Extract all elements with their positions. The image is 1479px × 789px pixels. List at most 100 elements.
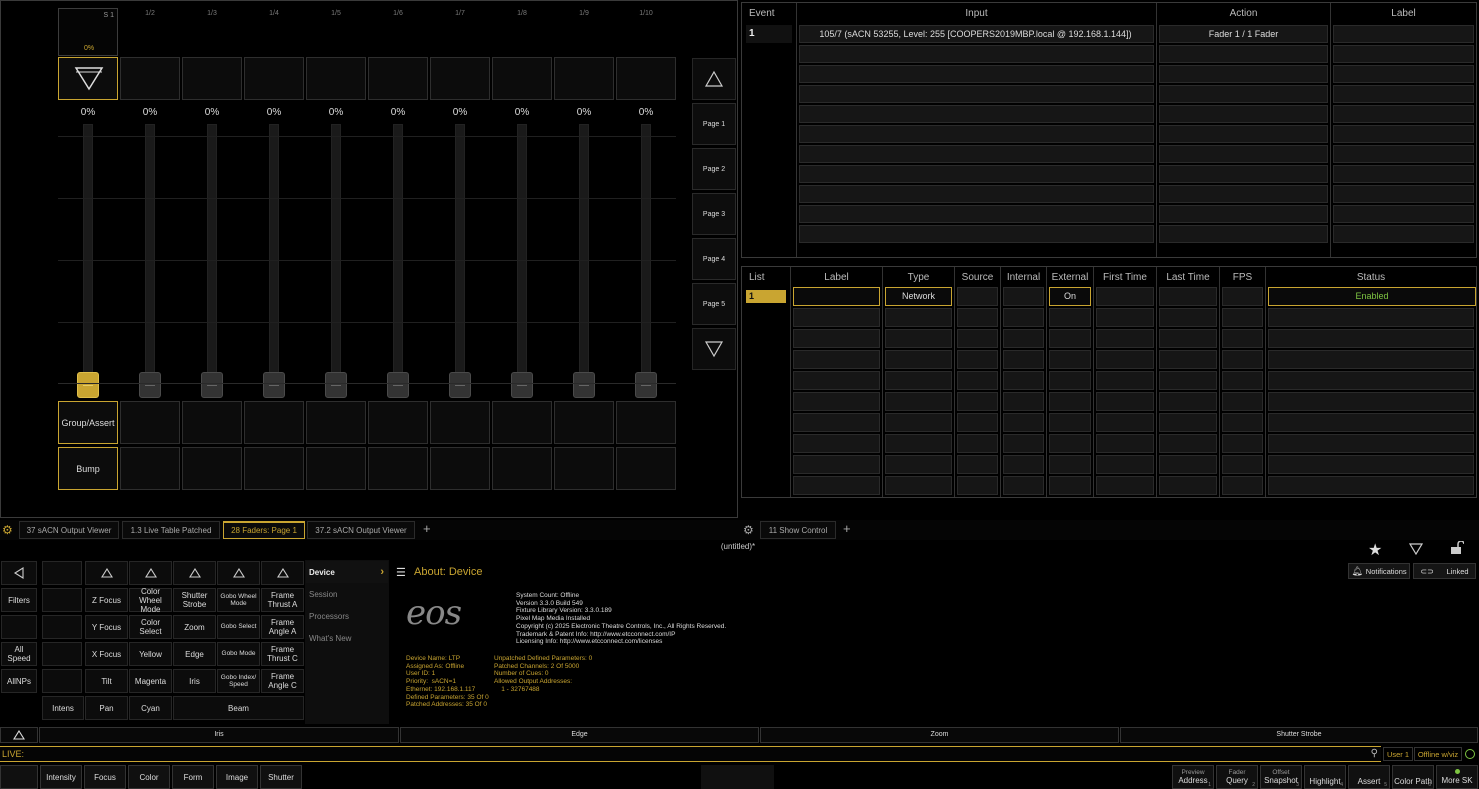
bump-button[interactable]: Bump [58,447,118,490]
page-up-button[interactable] [692,58,736,100]
fader-select-button[interactable] [492,57,552,100]
event-table-cell[interactable] [799,45,1154,63]
direct-select-button[interactable]: Frame Angle C [261,669,304,693]
event-table-cell[interactable] [1159,65,1328,83]
list-table-cell[interactable] [1049,434,1091,453]
direct-select-button[interactable]: X Focus [85,642,128,666]
list-table-cell[interactable] [1159,476,1217,495]
list-table-cell[interactable] [1049,350,1091,369]
direct-select-button[interactable]: Gobo Index/ Speed [217,669,260,693]
list-table-cell[interactable] [957,371,998,390]
category-collapse-button[interactable] [0,727,38,743]
fader-handle[interactable] [139,372,161,398]
direct-select-button[interactable]: Gobo Wheel Mode [217,588,260,612]
param-tab-image[interactable]: Image [216,765,258,789]
list-table-cell[interactable] [957,434,998,453]
list-table-cell[interactable] [885,413,952,432]
event-table-cell[interactable] [1333,165,1474,183]
fader-select-button[interactable] [430,57,490,100]
event-table-cell[interactable] [1333,145,1474,163]
list-table-cell[interactable] [885,392,952,411]
direct-select-bottom[interactable]: Cyan [129,696,172,720]
list-table-cell[interactable] [1268,392,1474,411]
list-table-cell[interactable] [1222,371,1263,390]
group-assert-button[interactable] [306,401,366,444]
list-table-cell[interactable] [793,371,880,390]
direct-select-button[interactable]: Gobo Mode [217,642,260,666]
list-table-cell[interactable] [1096,371,1154,390]
list-table-cell[interactable] [793,329,880,348]
list-table-cell[interactable] [1003,350,1044,369]
group-assert-button[interactable]: Group/Assert [58,401,118,444]
fader-handle[interactable] [573,372,595,398]
list-table-cell[interactable] [957,392,998,411]
list-table-cell[interactable] [793,455,880,474]
group-assert-button[interactable] [182,401,242,444]
softkey-5[interactable]: Assert 5 [1348,765,1390,789]
bump-button[interactable] [616,447,676,490]
list-table-cell[interactable] [1222,329,1263,348]
bump-button[interactable] [430,447,490,490]
list-table-cell[interactable] [885,329,952,348]
list-table-cell[interactable] [1096,350,1154,369]
event-table-cell[interactable] [1333,65,1474,83]
direct-select-button[interactable]: Y Focus [85,615,128,639]
fader-select-button[interactable] [182,57,242,100]
list-table-cell[interactable] [1096,413,1154,432]
list-table-cell[interactable] [1268,371,1474,390]
list-table-cell[interactable] [1222,413,1263,432]
direct-select-button[interactable]: Edge [173,642,216,666]
list-table-cell[interactable] [1049,392,1091,411]
fader-select-button[interactable] [554,57,614,100]
list-table-cell[interactable] [1096,287,1154,306]
event-table-cell[interactable] [1333,25,1474,43]
list-table-cell[interactable] [1096,308,1154,327]
direct-select-button[interactable]: Tilt [85,669,128,693]
list-table-cell[interactable] [1003,308,1044,327]
param-blank-button[interactable] [0,765,38,789]
param-tab-focus[interactable]: Focus [84,765,126,789]
list-table-cell[interactable] [793,434,880,453]
hamburger-icon[interactable]: ☰ [396,566,406,579]
event-table-cell[interactable] [1159,205,1328,223]
direct-select-bottom[interactable]: Intens [42,696,84,720]
list-table-cell[interactable] [1003,455,1044,474]
fader-select-button[interactable] [58,57,118,100]
direct-select-button[interactable]: Color Select [129,615,172,639]
category-3[interactable]: Zoom [760,727,1119,743]
param-tab-shutter[interactable]: Shutter [260,765,302,789]
list-table-cell[interactable] [1096,329,1154,348]
group-assert-button[interactable] [120,401,180,444]
bump-button[interactable] [182,447,242,490]
command-line[interactable]: LIVE: ⚲ [0,746,1381,762]
menu-device[interactable]: Device › [306,561,388,583]
event-table-cell[interactable] [799,65,1154,83]
gear-icon[interactable]: ⚙ [2,523,13,537]
empty-select-slot[interactable] [42,669,82,693]
list-table-cell[interactable] [1159,308,1217,327]
menu-processors[interactable]: Processors [306,605,388,627]
add-tab-icon[interactable]: + [423,521,431,536]
list-table-cell[interactable] [1222,350,1263,369]
list-table-cell[interactable] [1268,434,1474,453]
list-table-cell[interactable] [1003,476,1044,495]
list-table-cell[interactable] [1003,392,1044,411]
list-table-cell[interactable] [885,434,952,453]
list-table-cell[interactable] [1268,413,1474,432]
event-table-cell[interactable] [799,125,1154,143]
list-table-cell[interactable] [1096,455,1154,474]
event-table-cell[interactable] [799,185,1154,203]
group-assert-button[interactable] [368,401,428,444]
tab-4[interactable]: 37.2 sACN Output Viewer [307,521,415,539]
fader-handle[interactable] [77,372,99,398]
list-table-cell[interactable] [1268,455,1474,474]
event-table-cell[interactable] [1333,125,1474,143]
list-table-cell[interactable] [957,350,998,369]
allnps-button[interactable]: AllNPs [1,669,37,693]
direct-select-button[interactable]: Z Focus [85,588,128,612]
list-table-cell[interactable] [885,350,952,369]
fader-handle[interactable] [635,372,657,398]
list-table-cell[interactable] [793,350,880,369]
softkey-6[interactable]: Color Path 6 [1392,765,1434,789]
list-table-cell[interactable] [957,308,998,327]
